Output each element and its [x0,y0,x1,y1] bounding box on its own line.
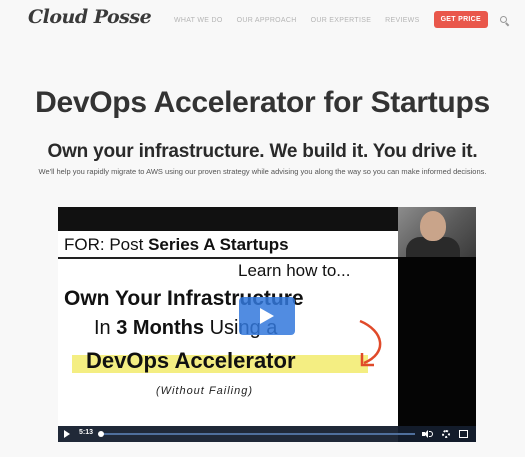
video-controls: 5:13 [58,426,476,442]
video-duration: 5:13 [79,429,94,436]
search-icon[interactable] [500,15,510,26]
video-top-bar [58,207,398,231]
video-text-note: (Without Failing) [156,385,253,397]
main-nav: WHAT WE DO OUR APPROACH OUR EXPERTISE RE… [174,11,525,28]
progress-bar[interactable] [100,433,415,435]
page-subtitle: Own your infrastructure. We build it. Yo… [47,141,478,162]
video-text-learn: Learn how to... [238,261,351,280]
play-icon [260,308,274,324]
video-side-panel [398,257,476,442]
video-divider [58,257,398,259]
logo[interactable]: Cloud Posse [28,6,152,28]
site-header: Cloud Posse WHAT WE DO OUR APPROACH OUR … [0,0,525,38]
arrow-icon [359,319,382,367]
page-title: DevOps Accelerator for Startups [35,86,490,119]
nav-reviews[interactable]: REVIEWS [385,17,419,24]
nav-what-we-do[interactable]: WHAT WE DO [174,17,223,24]
page-description: We'll help you rapidly migrate to AWS us… [38,167,487,176]
get-price-button[interactable]: GET PRICE [433,11,488,28]
progress-handle[interactable] [98,431,104,437]
fullscreen-icon[interactable] [459,430,468,438]
webcam-thumbnail [398,207,476,257]
control-play-icon[interactable] [64,430,70,438]
volume-icon[interactable] [422,430,433,438]
play-button[interactable] [239,297,295,335]
nav-our-expertise[interactable]: OUR EXPERTISE [311,17,372,24]
video-player[interactable]: FOR: Post Series A Startups Learn how to… [58,207,476,442]
gear-icon[interactable] [442,430,450,438]
video-text-product: DevOps Accelerator [86,348,296,373]
video-text-audience: FOR: Post Series A Startups [64,235,289,254]
nav-our-approach[interactable]: OUR APPROACH [237,17,297,24]
